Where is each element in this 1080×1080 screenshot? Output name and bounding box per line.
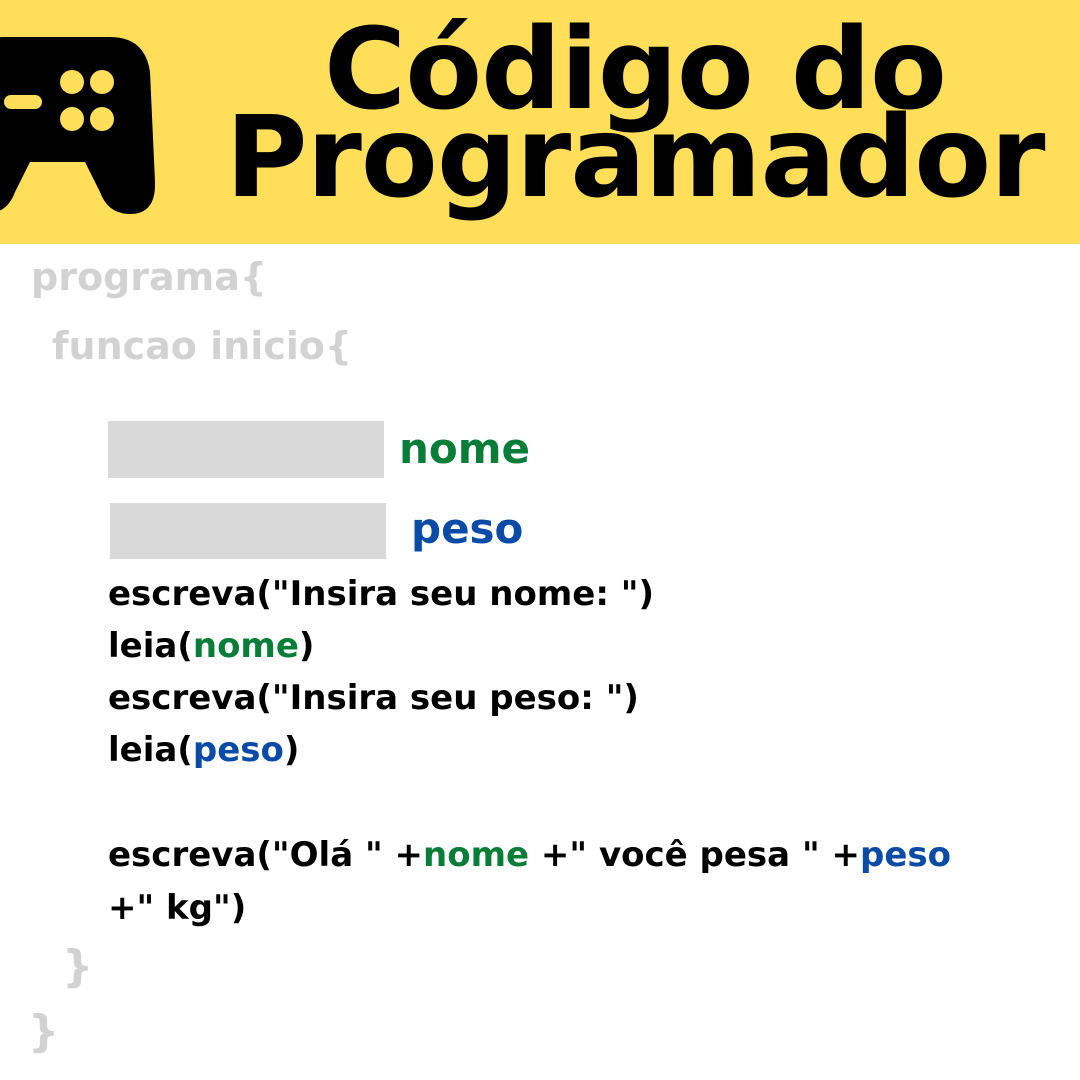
read-suffix: ) (298, 626, 315, 666)
statement-read-weight: leia(peso) (108, 733, 299, 767)
blank-type-box-1 (108, 421, 384, 478)
var-peso: peso (192, 730, 284, 770)
declaration-nome: nome (399, 424, 531, 473)
close-program-brace: } (28, 1006, 60, 1057)
program-keyword: programa{ (31, 255, 267, 299)
var-nome: nome (192, 626, 299, 666)
read-prefix: leia( (108, 730, 193, 770)
statement-greeting-continuation: +" kg") (108, 888, 247, 928)
greeting-part-1: escreva("Olá " + (108, 835, 424, 875)
statement-write-weight: escreva("Insira seu peso: ") (108, 678, 639, 718)
gamepad-icon (0, 37, 156, 214)
function-keyword: funcao inicio{ (52, 324, 352, 368)
read-suffix: ) (283, 730, 300, 770)
statement-read-name: leia(nome) (108, 629, 314, 663)
blank-type-box-2 (110, 503, 386, 559)
statement-write-name: escreva("Insira seu nome: ") (108, 574, 655, 614)
page-title-line-2: Programador (225, 93, 1046, 223)
read-prefix: leia( (108, 626, 193, 666)
declaration-peso: peso (411, 504, 524, 553)
var-peso: peso (859, 835, 951, 875)
greeting-part-2: +" você pesa " + (529, 835, 860, 875)
header-banner: Código do Programador (0, 0, 1080, 244)
close-function-brace: } (62, 941, 94, 992)
var-nome: nome (423, 835, 530, 875)
statement-write-greeting: escreva("Olá " +nome +" você pesa " +pes… (108, 838, 951, 872)
